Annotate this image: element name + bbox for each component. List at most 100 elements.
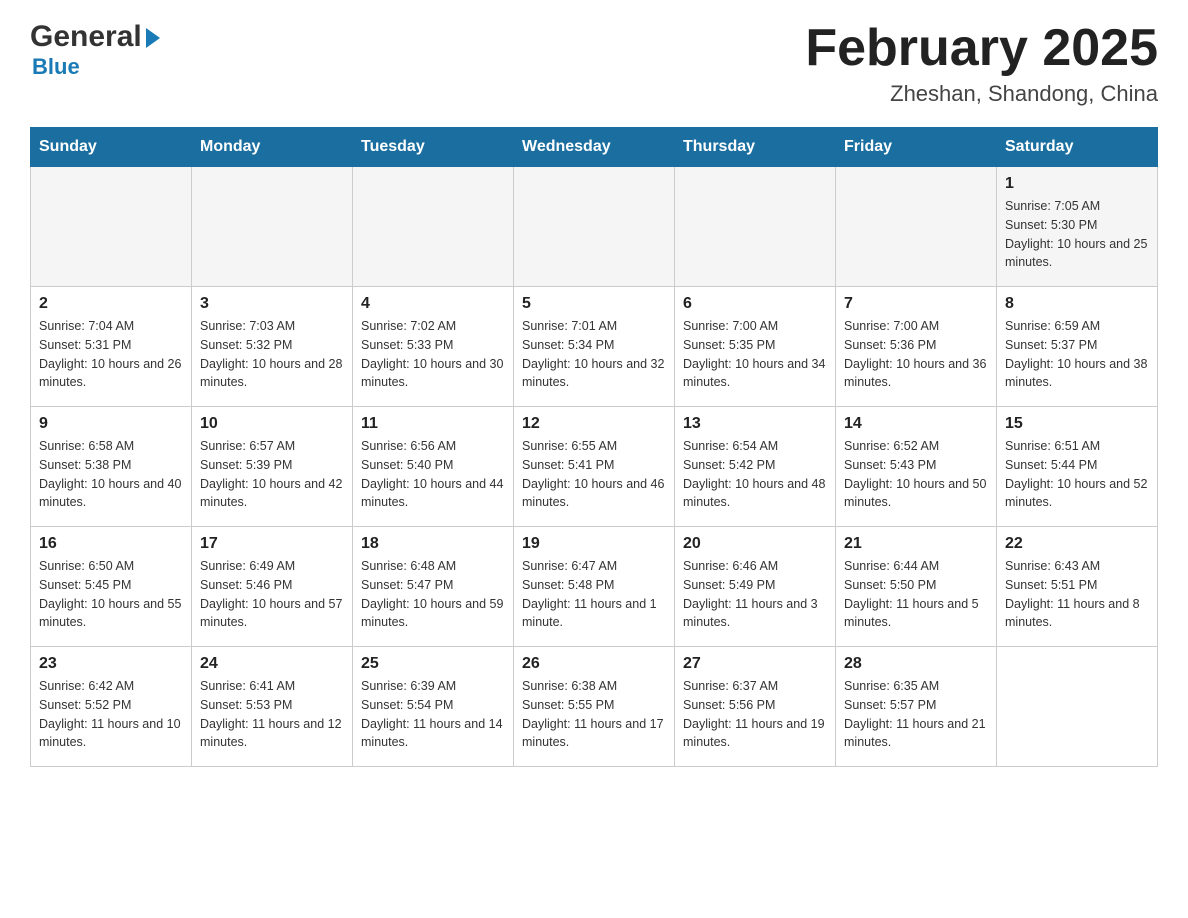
day-number: 15 <box>1005 415 1149 433</box>
calendar-week-row: 16 Sunrise: 6:50 AMSunset: 5:45 PMDayligh… <box>31 527 1158 647</box>
calendar-cell: 15Sunrise: 6:51 AMSunset: 5:44 PMDayligh… <box>997 407 1158 527</box>
day-info: Sunrise: 6:44 AMSunset: 5:50 PMDaylight:… <box>844 557 988 632</box>
day-number: 5 <box>522 295 666 313</box>
logo-general: General <box>30 20 160 54</box>
calendar-cell: 11 Sunrise: 6:56 AMSunset: 5:40 PMDayligh… <box>353 407 514 527</box>
calendar-cell: 2 Sunrise: 7:04 AMSunset: 5:31 PMDaylight… <box>31 287 192 407</box>
calendar-cell: 12 Sunrise: 6:55 AMSunset: 5:41 PMDayligh… <box>514 407 675 527</box>
day-info: Sunrise: 7:02 AMSunset: 5:33 PMDaylight:… <box>361 317 505 392</box>
calendar-cell: 4Sunrise: 7:02 AMSunset: 5:33 PMDaylight… <box>353 287 514 407</box>
calendar-week-row: 9 Sunrise: 6:58 AMSunset: 5:38 PMDaylight… <box>31 407 1158 527</box>
column-header-friday: Friday <box>836 128 997 167</box>
calendar-cell: 6Sunrise: 7:00 AMSunset: 5:35 PMDaylight… <box>675 287 836 407</box>
day-info: Sunrise: 6:37 AMSunset: 5:56 PMDaylight:… <box>683 677 827 752</box>
day-number: 28 <box>844 655 988 673</box>
calendar-cell <box>353 167 514 287</box>
day-info: Sunrise: 6:57 AMSunset: 5:39 PMDaylight:… <box>200 437 344 512</box>
calendar-subtitle: Zheshan, Shandong, China <box>805 81 1158 107</box>
calendar-cell: 21 Sunrise: 6:44 AMSunset: 5:50 PMDayligh… <box>836 527 997 647</box>
day-info: Sunrise: 6:48 AMSunset: 5:47 PMDaylight:… <box>361 557 505 632</box>
calendar-cell: 16 Sunrise: 6:50 AMSunset: 5:45 PMDayligh… <box>31 527 192 647</box>
calendar-cell: 17 Sunrise: 6:49 AMSunset: 5:46 PMDayligh… <box>192 527 353 647</box>
calendar-cell <box>836 167 997 287</box>
day-number: 13 <box>683 415 827 433</box>
day-number: 10 <box>200 415 344 433</box>
day-info: Sunrise: 6:55 AMSunset: 5:41 PMDaylight:… <box>522 437 666 512</box>
day-number: 16 <box>39 535 183 553</box>
logo-arrow-icon <box>146 28 160 48</box>
day-info: Sunrise: 7:00 AMSunset: 5:36 PMDaylight:… <box>844 317 988 392</box>
day-info: Sunrise: 6:49 AMSunset: 5:46 PMDaylight:… <box>200 557 344 632</box>
calendar-cell: 19Sunrise: 6:47 AMSunset: 5:48 PMDayligh… <box>514 527 675 647</box>
logo-blue-text: Blue <box>32 54 80 80</box>
day-number: 11 <box>361 415 505 433</box>
column-header-wednesday: Wednesday <box>514 128 675 167</box>
day-info: Sunrise: 7:00 AMSunset: 5:35 PMDaylight:… <box>683 317 827 392</box>
calendar-cell: 22 Sunrise: 6:43 AMSunset: 5:51 PMDayligh… <box>997 527 1158 647</box>
title-section: February 2025 Zheshan, Shandong, China <box>805 20 1158 107</box>
day-info: Sunrise: 6:41 AMSunset: 5:53 PMDaylight:… <box>200 677 344 752</box>
calendar-cell <box>192 167 353 287</box>
calendar-table: SundayMondayTuesdayWednesdayThursdayFrid… <box>30 127 1158 767</box>
day-info: Sunrise: 7:03 AMSunset: 5:32 PMDaylight:… <box>200 317 344 392</box>
calendar-cell: 28 Sunrise: 6:35 AMSunset: 5:57 PMDayligh… <box>836 647 997 767</box>
logo-general-text: General <box>30 20 142 54</box>
page-header: General Blue February 2025 Zheshan, Shan… <box>30 20 1158 107</box>
calendar-cell: 1 Sunrise: 7:05 AMSunset: 5:30 PMDaylight… <box>997 167 1158 287</box>
calendar-cell <box>514 167 675 287</box>
day-info: Sunrise: 6:39 AMSunset: 5:54 PMDaylight:… <box>361 677 505 752</box>
calendar-title: February 2025 <box>805 20 1158 77</box>
column-header-sunday: Sunday <box>31 128 192 167</box>
day-info: Sunrise: 6:47 AMSunset: 5:48 PMDaylight:… <box>522 557 666 632</box>
calendar-week-row: 23 Sunrise: 6:42 AMSunset: 5:52 PMDayligh… <box>31 647 1158 767</box>
day-info: Sunrise: 6:50 AMSunset: 5:45 PMDaylight:… <box>39 557 183 632</box>
calendar-cell: 10 Sunrise: 6:57 AMSunset: 5:39 PMDayligh… <box>192 407 353 527</box>
day-number: 22 <box>1005 535 1149 553</box>
day-info: Sunrise: 7:04 AMSunset: 5:31 PMDaylight:… <box>39 317 183 392</box>
day-number: 2 <box>39 295 183 313</box>
calendar-cell: 27Sunrise: 6:37 AMSunset: 5:56 PMDayligh… <box>675 647 836 767</box>
calendar-cell: 14Sunrise: 6:52 AMSunset: 5:43 PMDayligh… <box>836 407 997 527</box>
day-info: Sunrise: 6:58 AMSunset: 5:38 PMDaylight:… <box>39 437 183 512</box>
day-number: 9 <box>39 415 183 433</box>
day-number: 12 <box>522 415 666 433</box>
calendar-cell: 26 Sunrise: 6:38 AMSunset: 5:55 PMDayligh… <box>514 647 675 767</box>
column-header-thursday: Thursday <box>675 128 836 167</box>
day-info: Sunrise: 7:05 AMSunset: 5:30 PMDaylight:… <box>1005 197 1149 272</box>
day-number: 20 <box>683 535 827 553</box>
calendar-cell: 13 Sunrise: 6:54 AMSunset: 5:42 PMDayligh… <box>675 407 836 527</box>
day-info: Sunrise: 6:42 AMSunset: 5:52 PMDaylight:… <box>39 677 183 752</box>
day-number: 23 <box>39 655 183 673</box>
day-info: Sunrise: 6:46 AMSunset: 5:49 PMDaylight:… <box>683 557 827 632</box>
day-info: Sunrise: 6:38 AMSunset: 5:55 PMDaylight:… <box>522 677 666 752</box>
day-info: Sunrise: 6:43 AMSunset: 5:51 PMDaylight:… <box>1005 557 1149 632</box>
day-number: 1 <box>1005 175 1149 193</box>
calendar-cell: 7 Sunrise: 7:00 AMSunset: 5:36 PMDaylight… <box>836 287 997 407</box>
day-info: Sunrise: 6:52 AMSunset: 5:43 PMDaylight:… <box>844 437 988 512</box>
day-info: Sunrise: 7:01 AMSunset: 5:34 PMDaylight:… <box>522 317 666 392</box>
day-info: Sunrise: 6:56 AMSunset: 5:40 PMDaylight:… <box>361 437 505 512</box>
calendar-cell: 18 Sunrise: 6:48 AMSunset: 5:47 PMDayligh… <box>353 527 514 647</box>
day-info: Sunrise: 6:35 AMSunset: 5:57 PMDaylight:… <box>844 677 988 752</box>
column-header-saturday: Saturday <box>997 128 1158 167</box>
day-info: Sunrise: 6:54 AMSunset: 5:42 PMDaylight:… <box>683 437 827 512</box>
calendar-week-row: 1 Sunrise: 7:05 AMSunset: 5:30 PMDaylight… <box>31 167 1158 287</box>
day-number: 25 <box>361 655 505 673</box>
day-number: 21 <box>844 535 988 553</box>
day-number: 7 <box>844 295 988 313</box>
calendar-cell: 8Sunrise: 6:59 AMSunset: 5:37 PMDaylight… <box>997 287 1158 407</box>
day-info: Sunrise: 6:59 AMSunset: 5:37 PMDaylight:… <box>1005 317 1149 392</box>
calendar-cell: 23 Sunrise: 6:42 AMSunset: 5:52 PMDayligh… <box>31 647 192 767</box>
calendar-week-row: 2 Sunrise: 7:04 AMSunset: 5:31 PMDaylight… <box>31 287 1158 407</box>
calendar-cell <box>997 647 1158 767</box>
day-number: 18 <box>361 535 505 553</box>
calendar-cell <box>675 167 836 287</box>
day-number: 24 <box>200 655 344 673</box>
column-header-monday: Monday <box>192 128 353 167</box>
calendar-cell: 20 Sunrise: 6:46 AMSunset: 5:49 PMDayligh… <box>675 527 836 647</box>
calendar-cell <box>31 167 192 287</box>
day-number: 26 <box>522 655 666 673</box>
day-number: 17 <box>200 535 344 553</box>
column-header-tuesday: Tuesday <box>353 128 514 167</box>
calendar-cell: 24 Sunrise: 6:41 AMSunset: 5:53 PMDayligh… <box>192 647 353 767</box>
